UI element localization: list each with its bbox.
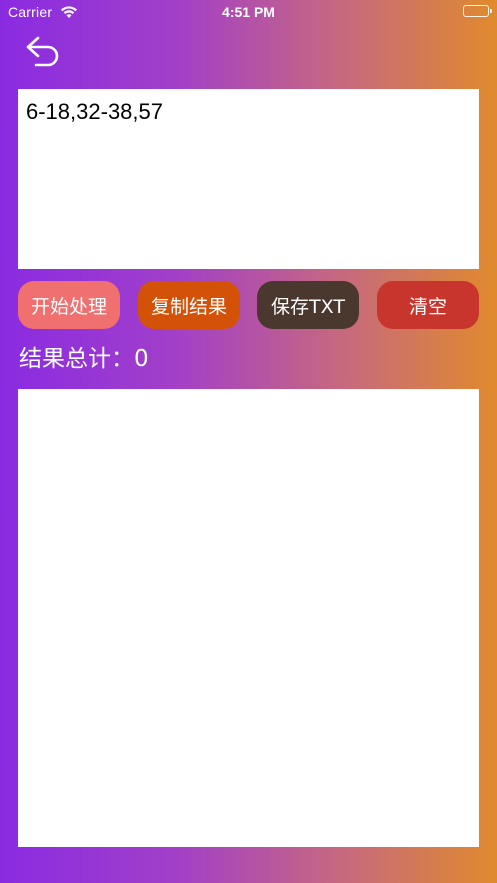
save-txt-button[interactable]: 保存TXT — [257, 281, 359, 329]
battery-icon — [463, 5, 492, 17]
status-bar: Carrier 4:51 PM — [0, 0, 497, 24]
result-total-label: 结果总计： — [19, 346, 134, 372]
back-button[interactable] — [24, 34, 64, 68]
result-output[interactable] — [18, 389, 479, 847]
start-process-button[interactable]: 开始处理 — [18, 281, 120, 329]
back-arrow-icon — [24, 36, 64, 72]
clear-button[interactable]: 清空 — [377, 281, 479, 329]
copy-result-button[interactable]: 复制结果 — [138, 281, 240, 329]
number-input[interactable]: 6-18,32-38,57 — [18, 89, 479, 269]
status-time: 4:51 PM — [222, 4, 275, 20]
result-total-count: 0 — [134, 346, 149, 372]
result-total: 结果总计：0 — [19, 343, 149, 375]
